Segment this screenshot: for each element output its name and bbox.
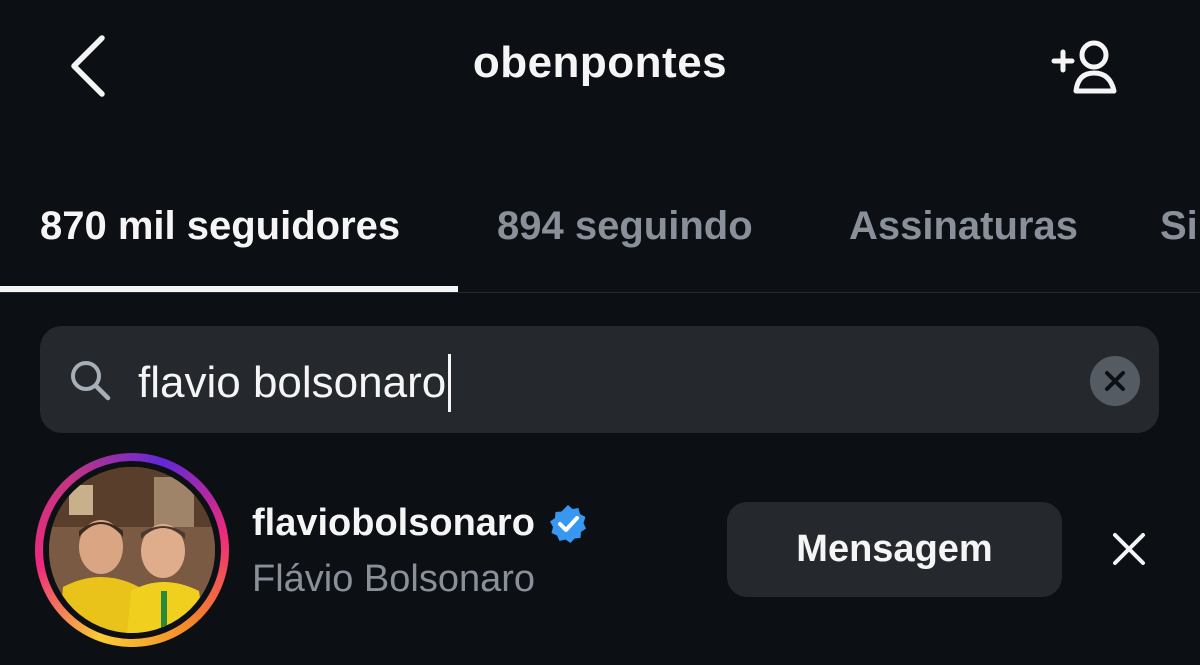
verified-badge-icon <box>549 504 586 543</box>
search-input-value: flavio bolsonaro <box>138 358 447 407</box>
result-username[interactable]: flaviobolsonaro <box>252 502 535 545</box>
add-user-button[interactable] <box>1046 34 1126 100</box>
result-full-name: Flávio Bolsonaro <box>252 558 536 600</box>
top-nav-bar: obenpontes <box>0 0 1200 140</box>
search-result-row[interactable]: flaviobolsonaro Flávio Bolsonaro Mensage… <box>0 450 1200 650</box>
tab-suggested[interactable]: Si <box>1160 204 1198 249</box>
clear-search-button[interactable] <box>1090 356 1140 406</box>
screen: obenpontes 870 mil seguidores 894 seguin… <box>0 0 1200 665</box>
avatar-ring-gap <box>43 461 221 639</box>
page-title: obenpontes <box>472 38 728 87</box>
text-caret <box>448 354 452 412</box>
add-user-icon <box>1051 40 1117 94</box>
search-bar[interactable]: flavio bolsonaro <box>40 326 1159 433</box>
avatar-photo <box>49 467 215 633</box>
tab-followers[interactable]: 870 mil seguidores <box>40 204 400 249</box>
remove-follower-button[interactable] <box>1104 524 1154 574</box>
avatar[interactable] <box>35 453 229 647</box>
tab-subscriptions[interactable]: Assinaturas <box>849 204 1078 249</box>
search-icon <box>71 361 111 401</box>
tab-following[interactable]: 894 seguindo <box>497 204 753 249</box>
search-input[interactable]: flavio bolsonaro <box>138 354 452 412</box>
active-tab-indicator <box>0 286 458 292</box>
close-icon <box>1113 533 1145 565</box>
message-button[interactable]: Mensagem <box>727 502 1062 597</box>
avatar-image <box>49 467 215 633</box>
follow-tabs: 870 mil seguidores 894 seguindo Assinatu… <box>0 180 1200 293</box>
username-line: flaviobolsonaro <box>252 502 589 545</box>
clear-icon <box>1105 371 1125 391</box>
